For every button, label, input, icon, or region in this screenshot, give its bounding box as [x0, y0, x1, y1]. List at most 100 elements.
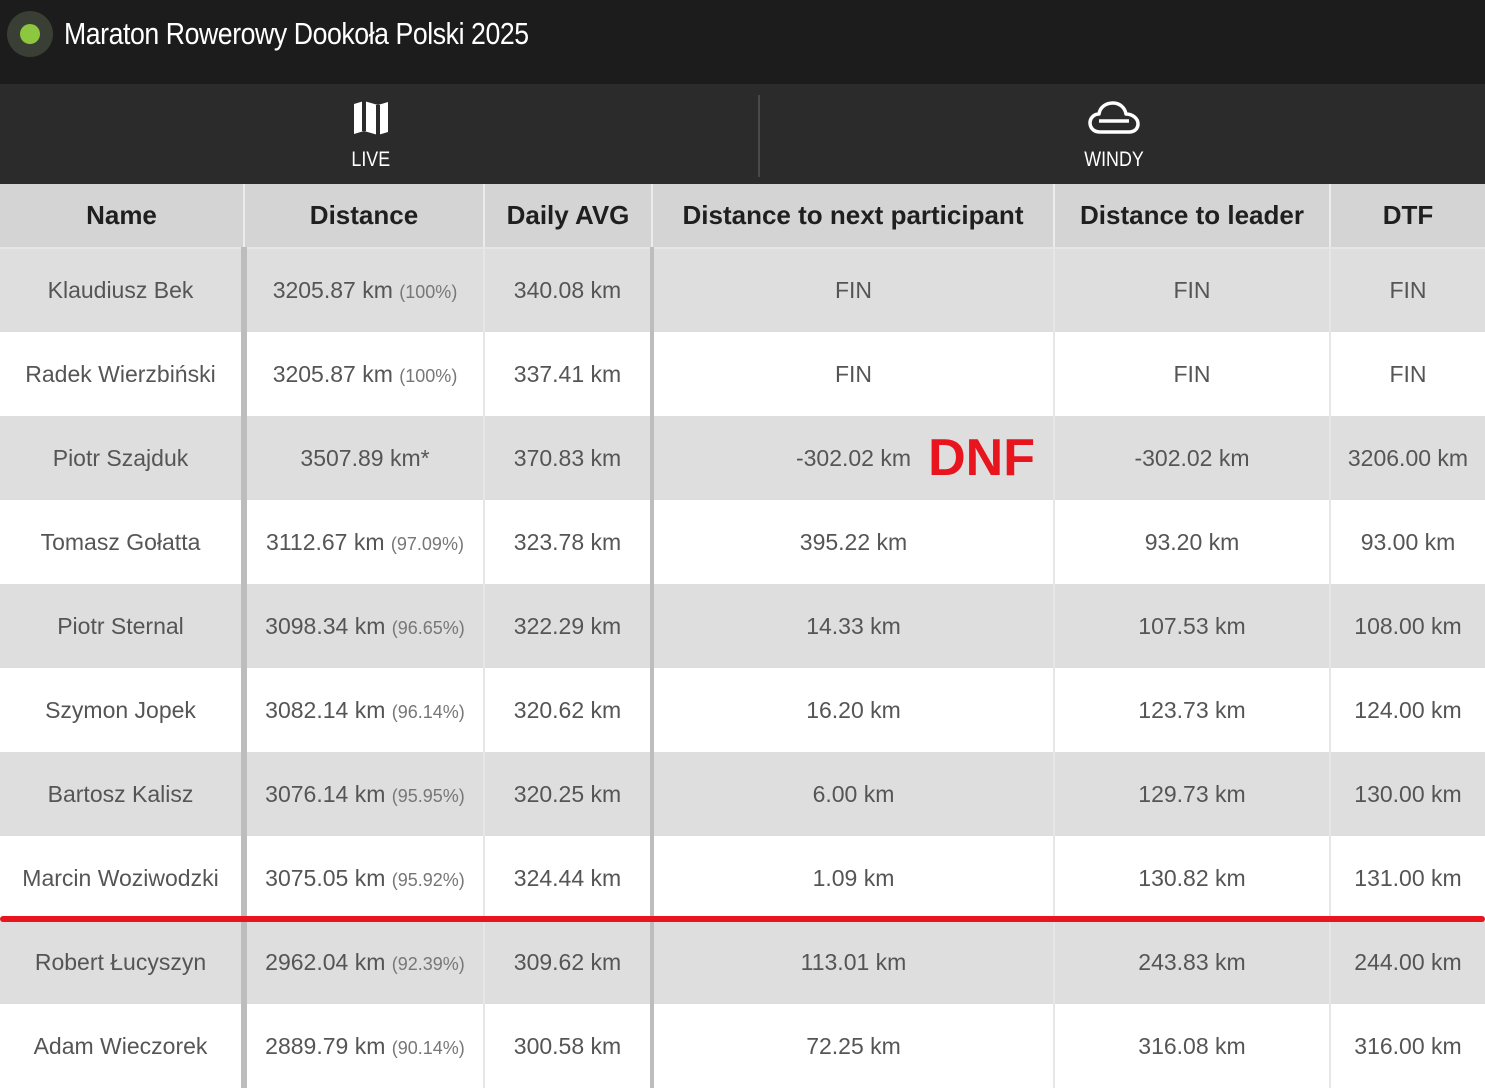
table-row[interactable]: Radek Wierzbiński 3205.87 km (100%) 337.41… [0, 332, 1485, 416]
table-row[interactable]: Piotr Sternal 3098.34 km (96.65%) 322.29 k… [0, 584, 1485, 668]
participant-name[interactable]: Radek Wierzbiński [0, 332, 247, 416]
distance-cell: 2889.79 km (90.14%) [244, 1004, 485, 1088]
nav-item-label: WINDY [1084, 148, 1144, 171]
distance-to-next: FIN [834, 277, 873, 303]
nav-item-label: LIVE [351, 148, 391, 171]
distance-to-leader: -302.02 km [1054, 416, 1331, 500]
distance-to-next-cell: 6.00 km [652, 752, 1055, 836]
nav-divider [758, 95, 760, 177]
table-row[interactable]: Bartosz Kalisz 3076.14 km (95.95%) 320.25 … [0, 752, 1485, 836]
distance-to-next-cell: 14.33 km [652, 584, 1055, 668]
nav-item-windy[interactable]: WINDY [743, 84, 1485, 184]
distance-to-finish: FIN [1330, 248, 1485, 332]
participant-name[interactable]: Piotr Sternal [0, 584, 247, 668]
daily-avg: 320.62 km [484, 668, 654, 752]
cutoff-line [0, 916, 1485, 922]
column-header-distance[interactable]: Distance [244, 184, 485, 249]
distance-to-leader: FIN [1054, 332, 1331, 416]
table-header-row: Name Distance Daily AVG Distance to next… [0, 184, 1485, 249]
distance-cell: 3205.87 km (100%) [244, 248, 485, 332]
distance-percent: (95.95%) [391, 785, 465, 806]
distance-to-next: 395.22 km [799, 528, 908, 555]
distance-to-next-cell: 16.20 km [652, 668, 1055, 752]
distance-to-next: 6.00 km [812, 780, 895, 807]
daily-avg: 309.62 km [484, 920, 654, 1004]
distance-to-leader: 129.73 km [1054, 752, 1331, 836]
distance-percent: (92.39%) [391, 953, 465, 974]
app-title: Maraton Rowerowy Dookoła Polski 2025 [64, 16, 529, 51]
distance-value: 3205.87 km [272, 277, 393, 303]
participant-name[interactable]: Bartosz Kalisz [0, 752, 247, 836]
distance-percent: (90.14%) [391, 1037, 465, 1058]
distance-to-finish: 244.00 km [1330, 920, 1485, 1004]
distance-value: 3205.87 km [272, 360, 393, 387]
distance-cell: 3082.14 km (96.14%) [244, 668, 485, 752]
distance-value: 3112.67 km [266, 528, 385, 555]
distance-value: 3082.14 km [265, 696, 386, 723]
participant-name[interactable]: Szymon Jopek [0, 668, 247, 752]
table-row[interactable]: Klaudiusz Bek 3205.87 km (100%) 340.08 km F… [0, 248, 1485, 332]
daily-avg: 340.08 km [484, 248, 654, 332]
column-header-name[interactable]: Name [0, 184, 245, 249]
distance-to-finish: 130.00 km [1330, 752, 1485, 836]
distance-cell: 2962.04 km (92.39%) [244, 920, 485, 1004]
distance-to-next: 14.33 km [806, 612, 901, 639]
map-icon [352, 98, 390, 138]
distance-value: 2962.04 km [265, 948, 386, 975]
distance-to-leader: 316.08 km [1054, 1004, 1331, 1088]
distance-to-next: 1.09 km [812, 864, 895, 891]
column-header-distance-to-next[interactable]: Distance to next participant [652, 184, 1055, 249]
daily-avg: 300.58 km [484, 1004, 654, 1088]
distance-to-leader: FIN [1054, 248, 1331, 332]
table-row[interactable]: Tomasz Gołatta 3112.67 km (97.09%) 323.78 … [0, 500, 1485, 584]
participant-name[interactable]: Piotr Szajduk [0, 416, 247, 500]
table-row[interactable]: Marcin Woziwodzki 3075.05 km (95.92%) 324.… [0, 836, 1485, 920]
nav-item-live[interactable]: LIVE [0, 84, 743, 184]
distance-to-leader: 93.20 km [1054, 500, 1331, 584]
participant-name[interactable]: Klaudiusz Bek [0, 248, 247, 332]
participant-name[interactable]: Marcin Woziwodzki [0, 836, 247, 920]
column-header-distance-to-leader[interactable]: Distance to leader [1054, 184, 1331, 249]
distance-percent: (96.65%) [391, 617, 465, 638]
results-table: Name Distance Daily AVG Distance to next… [0, 184, 1485, 1088]
distance-to-next-cell: FIN [652, 248, 1055, 332]
distance-to-next-cell: 113.01 km [652, 920, 1055, 1004]
daily-avg: 320.25 km [484, 752, 654, 836]
table-row[interactable]: Adam Wieczorek 2889.79 km (90.14%) 300.58 … [0, 1004, 1485, 1088]
table-row[interactable]: Robert Łucyszyn 2962.04 km (92.39%) 309.62… [0, 920, 1485, 1004]
distance-percent: (96.14%) [391, 701, 465, 722]
distance-to-next: 113.01 km [800, 948, 907, 975]
distance-percent: (95.92%) [391, 869, 465, 890]
distance-percent: (100%) [399, 282, 458, 302]
dnf-annotation: DNF [928, 429, 1035, 487]
distance-cell: 3098.34 km (96.65%) [244, 584, 485, 668]
distance-value: 3507.89 km* [300, 444, 430, 471]
cloud-icon [1088, 98, 1140, 138]
daily-avg: 324.44 km [484, 836, 654, 920]
participant-name[interactable]: Tomasz Gołatta [0, 500, 247, 584]
distance-cell: 3075.05 km (95.92%) [244, 836, 485, 920]
distance-to-next-cell: 1.09 km [652, 836, 1055, 920]
participant-name[interactable]: Robert Łucyszyn [0, 920, 247, 1004]
table-row[interactable]: Piotr Szajduk 3507.89 km* 370.83 km -302.02… [0, 416, 1485, 500]
distance-to-leader: 123.73 km [1054, 668, 1331, 752]
daily-avg: 322.29 km [484, 584, 654, 668]
distance-to-next-cell: 395.22 km [652, 500, 1055, 584]
table-row[interactable]: Szymon Jopek 3082.14 km (96.14%) 320.62 km… [0, 668, 1485, 752]
column-header-dtf[interactable]: DTF [1330, 184, 1485, 249]
distance-to-next: FIN [834, 360, 873, 387]
distance-to-leader: 243.83 km [1054, 920, 1331, 1004]
distance-to-next-cell: FIN [652, 332, 1055, 416]
daily-avg: 337.41 km [484, 332, 654, 416]
distance-to-finish: 93.00 km [1330, 500, 1485, 584]
participant-name[interactable]: Adam Wieczorek [0, 1004, 247, 1088]
distance-to-next-cell: -302.02 km DNF [652, 416, 1055, 500]
column-header-daily-avg[interactable]: Daily AVG [484, 184, 653, 249]
distance-cell: 3507.89 km* [244, 416, 485, 500]
daily-avg: 323.78 km [484, 500, 654, 584]
app-header: Maraton Rowerowy Dookoła Polski 2025 [0, 0, 1485, 84]
distance-cell: 3112.67 km (97.09%) [244, 500, 485, 584]
distance-to-finish: 124.00 km [1330, 668, 1485, 752]
distance-percent: (97.09%) [390, 533, 464, 554]
distance-to-finish: 3206.00 km [1330, 416, 1485, 500]
